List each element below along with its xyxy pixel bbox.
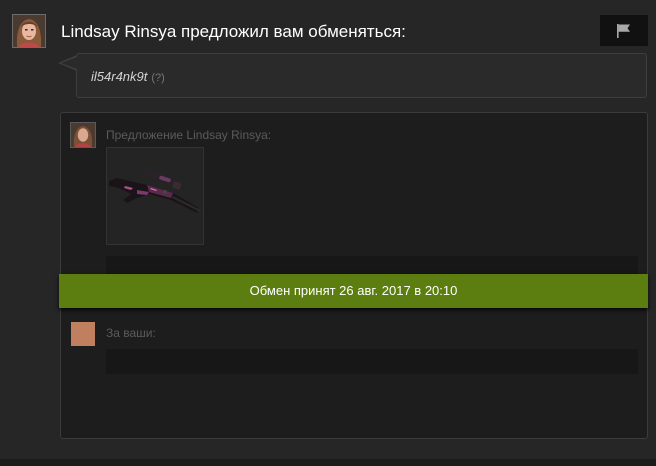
your-items-empty-row bbox=[106, 349, 638, 374]
sender-avatar-image bbox=[13, 15, 45, 47]
their-offer-label: Предложение Lindsay Rinsya: bbox=[106, 128, 272, 142]
your-items-label: За ваши: bbox=[106, 326, 156, 340]
sniper-rifle-icon bbox=[109, 171, 201, 213]
message-help-link[interactable]: (?) bbox=[151, 72, 164, 84]
report-button[interactable] bbox=[600, 15, 648, 46]
message-bubble-arrow-fill bbox=[61, 57, 77, 69]
sender-avatar[interactable] bbox=[12, 14, 46, 48]
trade-message-text: il54r4nk9t bbox=[91, 69, 148, 84]
trade-offer-page: Lindsay Rinsya предложил вам обменяться:… bbox=[0, 0, 656, 466]
trade-message: il54r4nk9t (?) bbox=[91, 69, 165, 84]
my-avatar[interactable] bbox=[71, 322, 95, 346]
page-bottom-edge bbox=[0, 459, 656, 466]
trade-offer-title: Lindsay Rinsya предложил вам обменяться: bbox=[61, 22, 406, 41]
flag-icon bbox=[617, 23, 630, 38]
sender-avatar-small-image bbox=[71, 123, 95, 147]
sender-avatar-small[interactable] bbox=[70, 122, 96, 148]
offered-item-slot[interactable] bbox=[106, 147, 204, 245]
trade-message-box: il54r4nk9t (?) bbox=[76, 53, 647, 98]
trade-status-banner: Обмен принят 26 авг. 2017 в 20:10 bbox=[59, 274, 648, 308]
